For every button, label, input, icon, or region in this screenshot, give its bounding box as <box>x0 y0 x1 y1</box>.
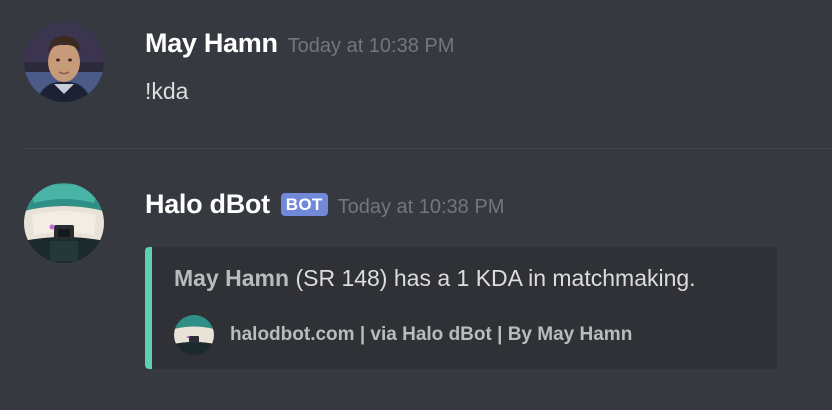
embed-accent-bar <box>145 247 152 369</box>
message-header: Halo dBot BOT Today at 10:38 PM <box>145 189 504 220</box>
message-item: May Hamn Today at 10:38 PM !kda <box>0 22 832 132</box>
chat-messages: May Hamn Today at 10:38 PM !kda Halo dBo… <box>0 0 832 410</box>
message-timestamp: Today at 10:38 PM <box>287 35 455 57</box>
bot-avatar[interactable] <box>24 183 104 263</box>
author-name[interactable]: May Hamn <box>145 28 278 59</box>
embed-footer: halodbot.com | via Halo dBot | By May Ha… <box>174 315 632 355</box>
user-portrait-avatar-icon <box>24 22 104 102</box>
author-name[interactable]: Halo dBot <box>145 189 270 220</box>
message-embed: May Hamn (SR 148) has a 1 KDA in matchma… <box>145 247 777 369</box>
message-content: !kda <box>145 78 189 104</box>
embed-mention[interactable]: May Hamn <box>174 265 289 291</box>
embed-description-text: (SR 148) has a 1 KDA in matchmaking. <box>295 265 696 291</box>
message-item: Halo dBot BOT Today at 10:38 PM May Hamn… <box>0 183 832 403</box>
halo-helmet-avatar-icon <box>24 183 104 263</box>
embed-description: May Hamn (SR 148) has a 1 KDA in matchma… <box>174 265 696 292</box>
message-timestamp: Today at 10:38 PM <box>337 196 505 218</box>
message-header: May Hamn Today at 10:38 PM <box>145 28 454 59</box>
message-divider <box>24 148 832 149</box>
bot-badge: BOT <box>280 193 328 216</box>
user-avatar[interactable] <box>24 22 104 102</box>
embed-footer-text: halodbot.com | via Halo dBot | By May Ha… <box>230 324 633 345</box>
halo-helmet-icon <box>174 315 214 355</box>
